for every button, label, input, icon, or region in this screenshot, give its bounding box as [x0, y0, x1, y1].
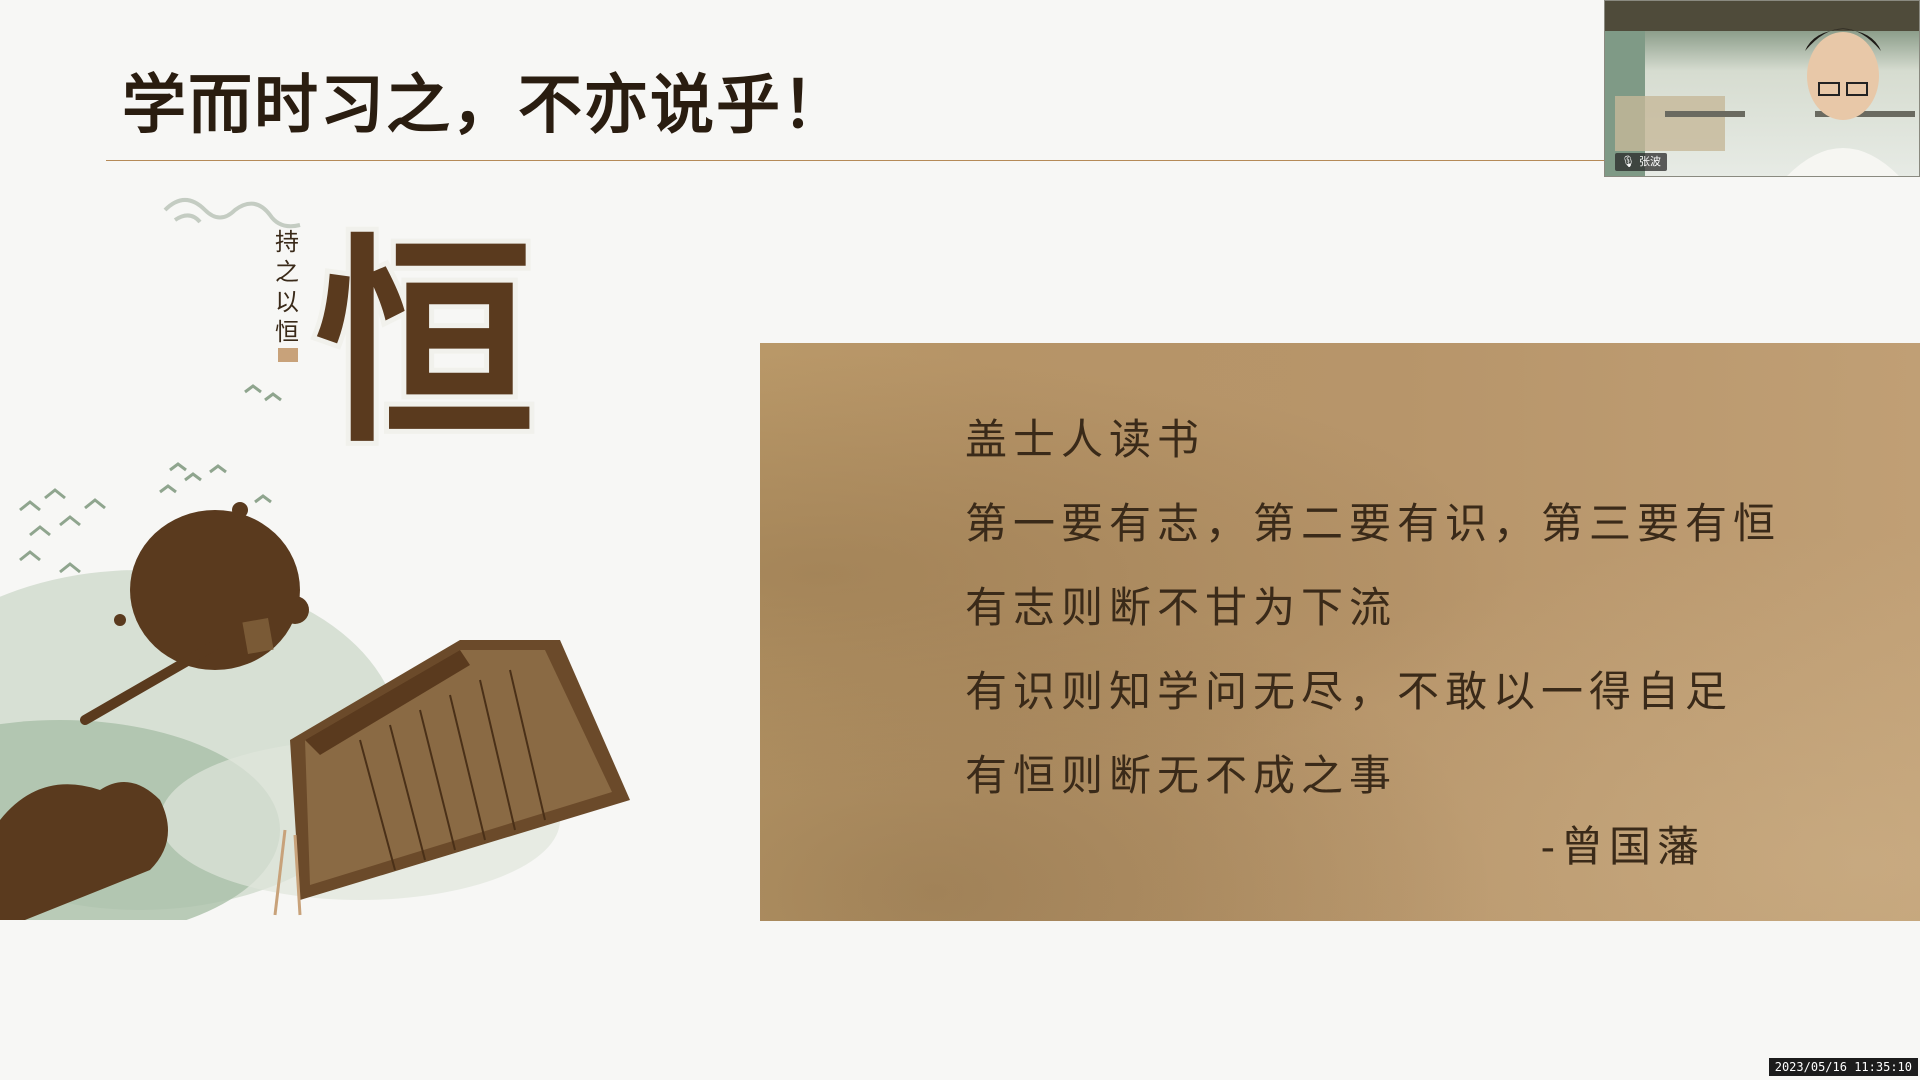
quote-panel: 盖士人读书 第一要有志，第二要有识，第三要有恒 有志则断不甘为下流 有识则知学问…	[760, 343, 1920, 921]
participant-name: 张波	[1638, 155, 1661, 168]
ink-illustration: 恒 持 之 以 恒	[0, 198, 630, 920]
svg-text:恒: 恒	[275, 318, 299, 346]
quote-line-1: 盖士人读书	[965, 415, 1206, 464]
microphone-icon: 🎙	[1621, 155, 1635, 168]
svg-text:持: 持	[275, 228, 299, 256]
quote-line-2: 第一要有志，第二要有识，第三要有恒	[965, 499, 1782, 548]
vertical-caption: 持 之 以 恒	[275, 228, 299, 346]
title-divider	[106, 160, 1606, 161]
quote-line-3: 有志则断不甘为下流	[965, 583, 1398, 632]
webcam-video[interactable]: 🎙 张波	[1604, 0, 1920, 177]
cloud-swirl-icon	[163, 198, 301, 229]
quote-line-5: 有恒则断无不成之事	[965, 751, 1398, 800]
quote-author: -曾国藩	[1540, 822, 1705, 871]
quote-line-4: 有识则知学问无尽，不敢以一得自足	[965, 667, 1734, 716]
timestamp-overlay: 2023/05/16 11:35:10	[1768, 1058, 1918, 1076]
slide-title: 学而时习之，不亦说乎！	[122, 69, 848, 143]
svg-text:以: 以	[275, 288, 299, 316]
participant-label: 🎙 张波	[1615, 153, 1667, 171]
big-character: 恒	[315, 213, 535, 472]
quote-text: 盖士人读书 第一要有志，第二要有识，第三要有恒 有志则断不甘为下流 有识则知学问…	[965, 398, 1885, 818]
seal-stamp	[278, 348, 298, 362]
svg-text:之: 之	[275, 258, 299, 286]
webcam-feed	[1605, 1, 1919, 176]
